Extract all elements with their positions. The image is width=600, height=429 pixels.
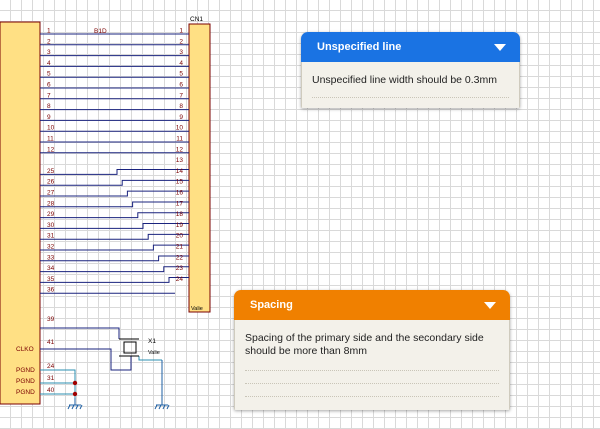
panel-header-unspecified-line[interactable]: Unspecified line <box>301 32 520 62</box>
junction-dot-1 <box>72 380 78 386</box>
pin-number-right: 23 <box>176 265 184 272</box>
pin-number-left: 36 <box>47 287 55 294</box>
wire-jog[interactable] <box>40 233 189 240</box>
connector-cn1-body[interactable] <box>188 23 211 313</box>
pin-number-left: 24 <box>47 363 55 370</box>
pin-number-left: 32 <box>47 244 55 251</box>
pin-number-left: 7 <box>47 92 51 99</box>
pin-number-left: 30 <box>47 222 55 229</box>
pin-number-left: 12 <box>47 146 55 153</box>
pin-number-left: 33 <box>47 254 55 261</box>
pin-number-left: 25 <box>47 168 55 175</box>
label-clko: CLKO <box>16 346 34 353</box>
pin-number-right: 2 <box>179 38 183 45</box>
pin-number-left: 11 <box>47 136 54 143</box>
pin-number-right: 6 <box>179 82 183 89</box>
label-pgnd-3: PGND <box>16 389 35 396</box>
wire-jog[interactable] <box>40 277 189 283</box>
wire-jog[interactable] <box>40 179 189 186</box>
pin-number-left: 4 <box>47 60 51 67</box>
pin-number-right: 17 <box>176 200 184 207</box>
wire-jog[interactable] <box>40 266 189 273</box>
pin-number-right: 20 <box>176 233 184 240</box>
pin-number-left: 5 <box>47 71 51 78</box>
panel-text-unspecified-line: Unspecified line width should be 0.3mm <box>312 74 498 86</box>
wire-jog[interactable] <box>40 212 189 219</box>
panel-text-spacing: Spacing of the primary side and the seco… <box>245 332 484 357</box>
pin-number-left: 1 <box>47 28 51 35</box>
pin-number-left: 28 <box>47 200 55 207</box>
info-panel-spacing: Spacing Spacing of the primary side and … <box>234 290 510 410</box>
pin-number-right: 10 <box>176 125 184 132</box>
pin-number-left: 3 <box>47 49 51 56</box>
wire-jog[interactable] <box>40 169 189 175</box>
pin-number-right: 18 <box>176 211 184 218</box>
panel-title-unspecified-line: Unspecified line <box>317 41 402 53</box>
panel-title-spacing: Spacing <box>250 299 293 311</box>
panel-header-spacing[interactable]: Spacing <box>234 290 510 320</box>
wire-jog[interactable] <box>40 255 189 262</box>
label-pgnd-2: PGND <box>16 378 35 385</box>
pin-number-right: 8 <box>179 103 183 110</box>
panel-body-unspecified-line: Unspecified line width should be 0.3mm <box>301 62 520 108</box>
chevron-down-icon[interactable] <box>494 43 506 51</box>
pin-number-left: 26 <box>47 179 55 186</box>
pin-number-right: 4 <box>179 60 183 67</box>
junction-dot-2 <box>72 391 78 397</box>
connector-value: Valie <box>191 306 203 312</box>
pin-number-right: 24 <box>176 276 184 283</box>
pin-number-left: 40 <box>47 387 55 394</box>
pin-number-left: 2 <box>47 38 51 45</box>
pin-number-right: 21 <box>176 244 184 251</box>
pin-number-left: 35 <box>47 276 55 283</box>
pin-number-right: 11 <box>176 136 183 143</box>
pin-number-right: 9 <box>179 114 183 121</box>
pin-number-left: 6 <box>47 82 51 89</box>
panel-body-spacing: Spacing of the primary side and the seco… <box>234 320 510 410</box>
chevron-down-icon[interactable] <box>484 301 496 309</box>
pin-number-right: 7 <box>179 92 183 99</box>
pin-number-left: 29 <box>47 211 55 218</box>
ground-symbol-2 <box>154 360 170 410</box>
pin-number-right: 5 <box>179 71 183 78</box>
pin-numbers: 1 12 23 34 45 56 67 78 89 910 1011 1112 121325 1426 15… <box>47 28 183 395</box>
pin-number-left: 31 <box>47 375 55 382</box>
wire-jog[interactable] <box>40 190 189 197</box>
crystal-value: Valie <box>148 350 160 356</box>
pin-number-left: 31 <box>47 233 55 240</box>
pin-number-left: 41 <box>47 339 55 346</box>
pin-number-left: 9 <box>47 114 51 121</box>
pin-number-right: 13 <box>176 157 184 164</box>
pin-number-right: 22 <box>176 254 184 261</box>
wire-jog[interactable] <box>40 223 189 229</box>
pin-number-left: 10 <box>47 125 55 132</box>
pin-number-left: 27 <box>47 190 55 197</box>
wire-ground[interactable] <box>138 356 162 361</box>
wire-jog[interactable] <box>40 201 189 208</box>
label-pgnd-1: PGND <box>16 367 35 374</box>
pin-number-left: 34 <box>47 265 55 272</box>
connector-ref: CN1 <box>190 16 203 23</box>
pin-number-left: 8 <box>47 103 51 110</box>
pin-number-right: 15 <box>176 179 184 186</box>
ground-symbol-1 <box>67 398 83 410</box>
crystal-ref: X1 <box>148 338 156 345</box>
pin-number-right: 1 <box>179 28 183 35</box>
pin-number-left: 39 <box>47 316 55 323</box>
pin-number-right: 3 <box>179 49 183 56</box>
pin-number-right: 19 <box>176 222 184 229</box>
info-panel-unspecified-line: Unspecified line Unspecified line width … <box>301 32 520 108</box>
wire-jog[interactable] <box>40 244 189 251</box>
wire-crystal-a[interactable] <box>40 327 120 339</box>
crystal-x1[interactable] <box>119 338 139 357</box>
pin-number-right: 12 <box>176 146 184 153</box>
pin-number-right: 14 <box>176 168 184 175</box>
pin-number-right: 16 <box>176 190 184 197</box>
wires <box>40 33 189 398</box>
